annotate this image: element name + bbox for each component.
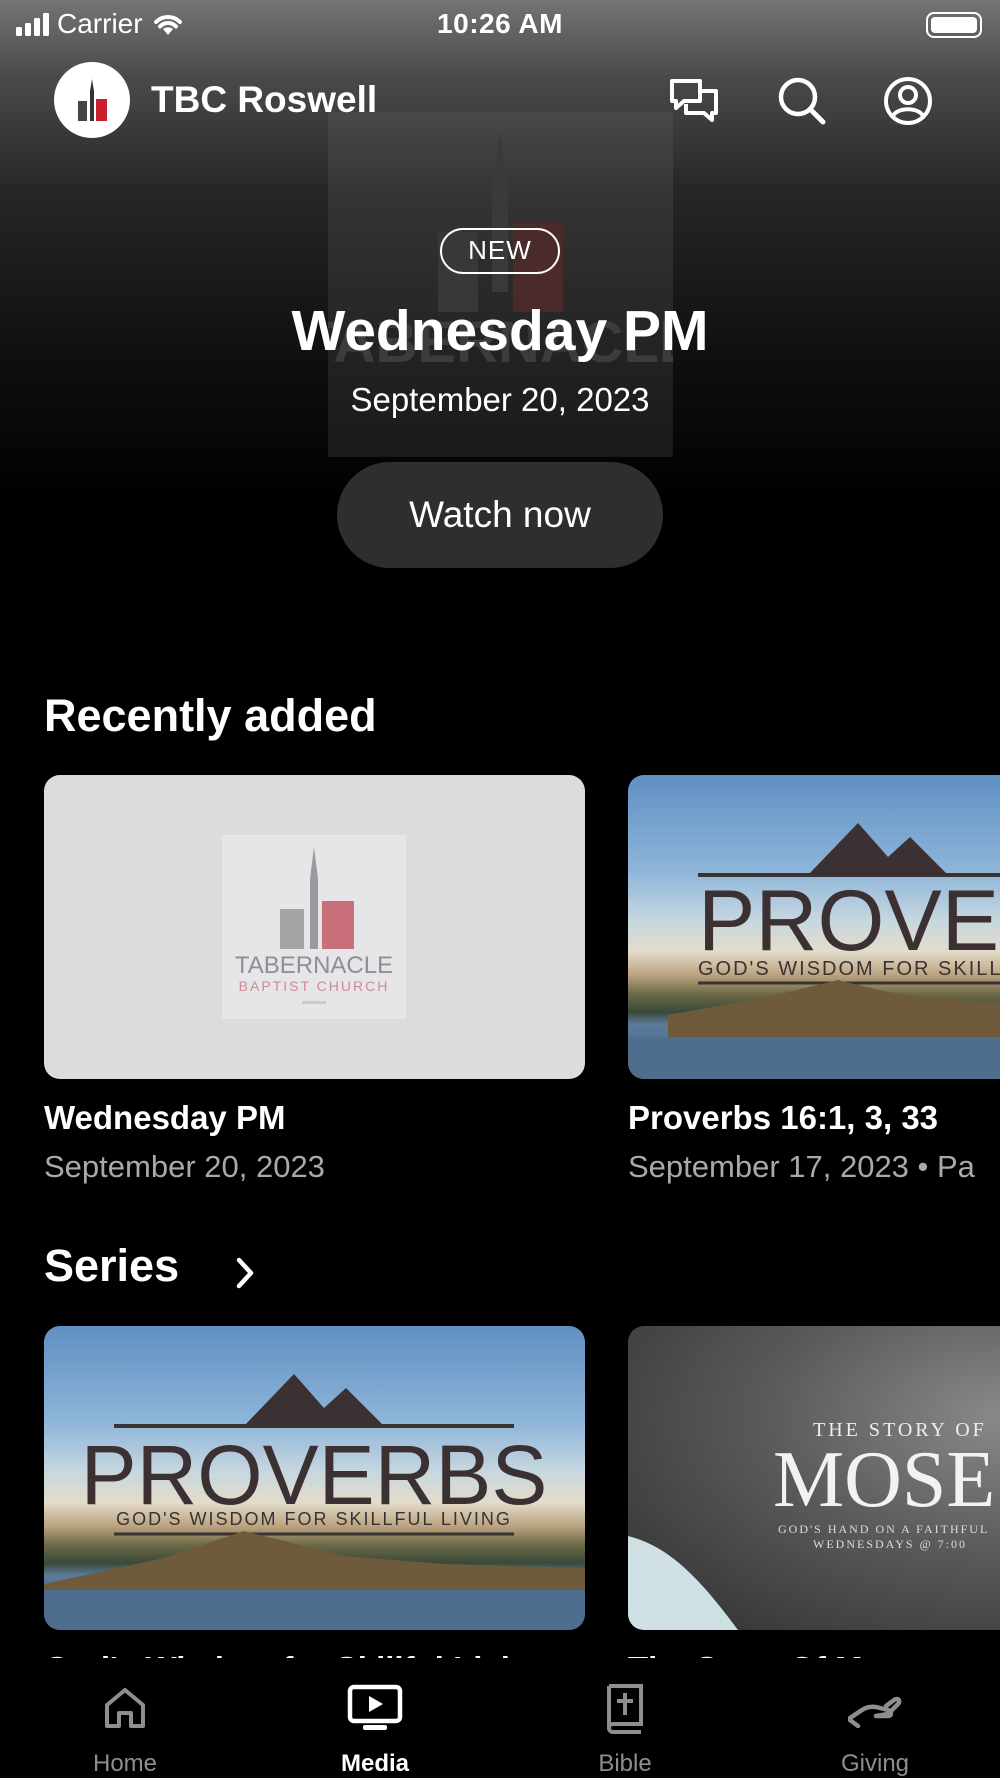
- status-time: 10:26 AM: [437, 8, 563, 39]
- moses-art-line2: WEDNESDAYS @ 7:00: [813, 1537, 967, 1551]
- tv-icon: [345, 1678, 405, 1738]
- series-thumbnail: PROVERBS GOD'S WISDOM FOR SKILLFUL LIVIN…: [44, 1326, 585, 1630]
- tab-label: Bible: [598, 1750, 652, 1777]
- media-card[interactable]: PROVERBS GOD'S WISDOM FOR SKILLFUL Prove…: [628, 775, 1000, 1185]
- giving-icon: [845, 1678, 905, 1738]
- moses-art-line1: GOD'S HAND ON A FAITHFUL: [778, 1522, 989, 1536]
- series-thumbnail: THE STORY OF MOSES GOD'S HAND ON A FAITH…: [628, 1326, 1000, 1630]
- hero-date: September 20, 2023: [350, 381, 650, 418]
- tab-giving[interactable]: Giving: [750, 1658, 1000, 1778]
- profile-icon: [884, 77, 932, 125]
- battery-icon: [926, 12, 982, 38]
- series-card[interactable]: THE STORY OF MOSES GOD'S HAND ON A FAITH…: [628, 1326, 1000, 1688]
- proverbs-art-subtitle: GOD'S WISDOM FOR SKILLFUL LIVING: [116, 1509, 512, 1529]
- tab-label: Media: [340, 1750, 409, 1777]
- media-card[interactable]: TABERNACLE BAPTIST CHURCH Wednesday PM S…: [44, 775, 585, 1185]
- media-thumbnail: TABERNACLE BAPTIST CHURCH: [44, 775, 585, 1079]
- logo-text-line1: TABERNACLE: [235, 952, 393, 979]
- proverbs-art-subtitle: GOD'S WISDOM FOR SKILLFUL: [698, 958, 1000, 980]
- recently-added-title: Recently added: [44, 690, 377, 741]
- tab-label: Giving: [840, 1750, 910, 1777]
- chat-button[interactable]: [667, 74, 721, 128]
- status-bar: Carrier 10:26 AM: [0, 0, 1000, 50]
- home-icon: [95, 1678, 155, 1738]
- card-subtitle: September 20, 2023: [44, 1149, 325, 1184]
- proverbs-art-title: PROVERBS: [698, 873, 1000, 969]
- series-title: Series: [44, 1240, 180, 1291]
- tab-label: Home: [92, 1750, 158, 1777]
- chat-icon: [670, 79, 718, 122]
- hero-title: Wednesday PM: [291, 299, 709, 363]
- profile-button[interactable]: [881, 74, 935, 128]
- tab-bible[interactable]: Bible: [500, 1658, 750, 1778]
- series-header[interactable]: Series: [44, 1240, 284, 1300]
- tab-bar: Home Media Bible Giving: [0, 1658, 1000, 1778]
- bible-icon: [595, 1678, 655, 1738]
- app-title: TBC Roswell: [151, 79, 378, 120]
- chevron-right-icon: [236, 1257, 254, 1289]
- media-thumbnail: PROVERBS GOD'S WISDOM FOR SKILLFUL: [628, 775, 1000, 1079]
- series-card[interactable]: PROVERBS GOD'S WISDOM FOR SKILLFUL LIVIN…: [44, 1326, 585, 1688]
- app-header: TBC Roswell: [0, 62, 1000, 142]
- proverbs-art-title: PROVERBS: [81, 1428, 548, 1522]
- app-screen: TABERNACLE Carrier 10:26 AM: [0, 0, 1000, 1778]
- tab-media[interactable]: Media: [250, 1658, 500, 1778]
- church-logo-image: TABERNACLE BAPTIST CHURCH: [222, 835, 406, 1019]
- logo-text-line2: BAPTIST CHURCH: [239, 978, 390, 994]
- card-subtitle: September 17, 2023 • Pa: [628, 1149, 975, 1184]
- church-logo[interactable]: [54, 62, 130, 138]
- tab-home[interactable]: Home: [0, 1658, 250, 1778]
- watch-now-button[interactable]: Watch now: [337, 462, 663, 568]
- card-title: Wednesday PM: [44, 1099, 286, 1136]
- new-badge: NEW: [440, 228, 560, 274]
- card-title: Proverbs 16:1, 3, 33: [628, 1099, 939, 1136]
- moses-art-title: MOSES: [773, 1436, 1000, 1524]
- search-icon: [778, 77, 826, 125]
- search-button[interactable]: [775, 74, 829, 128]
- church-logo-icon: [78, 79, 107, 121]
